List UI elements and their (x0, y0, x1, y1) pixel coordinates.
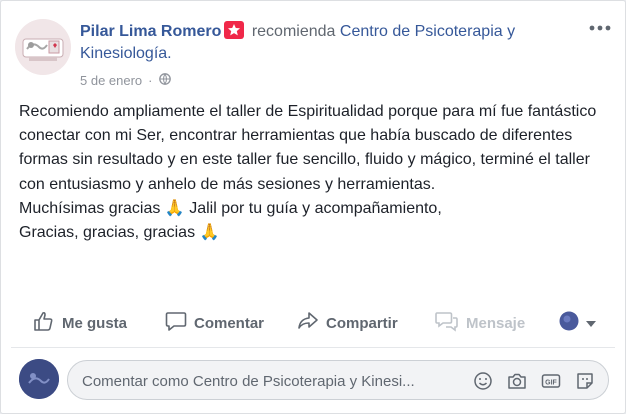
camera-icon[interactable] (506, 370, 528, 392)
message-button[interactable]: Mensaje (435, 306, 525, 340)
comment-label: Comentar (194, 314, 265, 332)
reaction-selector[interactable] (559, 306, 596, 340)
post-body: Recomiendo ampliamente el taller de Espi… (19, 103, 597, 242)
comment-composer: GIF (67, 360, 609, 400)
share-label: Compartir (326, 314, 398, 332)
recommends-label: recomienda (251, 23, 336, 40)
commenter-avatar[interactable] (19, 359, 59, 399)
like-label: Me gusta (62, 314, 128, 332)
message-bubbles-icon (435, 310, 459, 336)
author-avatar[interactable] (15, 19, 71, 75)
message-label: Mensaje (466, 314, 526, 332)
post-actions: Me gusta Comentar Compartir Mensaje (1, 306, 626, 340)
share-arrow-icon (297, 310, 319, 336)
share-button[interactable]: Compartir (297, 306, 398, 340)
comment-button[interactable]: Comentar (165, 306, 264, 340)
more-options-icon[interactable] (589, 19, 611, 37)
page-avatar-small-icon (559, 311, 579, 335)
chevron-down-icon (586, 315, 596, 332)
divider (11, 347, 615, 348)
gif-icon[interactable]: GIF (540, 370, 562, 392)
svg-text:GIF: GIF (545, 379, 557, 386)
comment-icon (165, 310, 187, 336)
comment-tools: GIF (472, 370, 596, 392)
sticker-icon[interactable] (574, 370, 596, 392)
thumbs-up-icon (33, 310, 55, 336)
comment-input[interactable] (82, 370, 448, 392)
like-button[interactable]: Me gusta (33, 306, 127, 340)
emoji-icon[interactable] (472, 370, 494, 392)
post-date[interactable]: 5 de enero (80, 73, 142, 88)
recommendation-star-icon (224, 21, 245, 39)
post-header: Pilar Lima Romero recomienda Centro de P… (80, 21, 560, 65)
globe-icon[interactable] (158, 73, 171, 88)
post-meta: 5 de enero · (80, 73, 171, 88)
post-card: Pilar Lima Romero recomienda Centro de P… (0, 0, 626, 414)
author-name[interactable]: Pilar Lima Romero (80, 23, 221, 40)
